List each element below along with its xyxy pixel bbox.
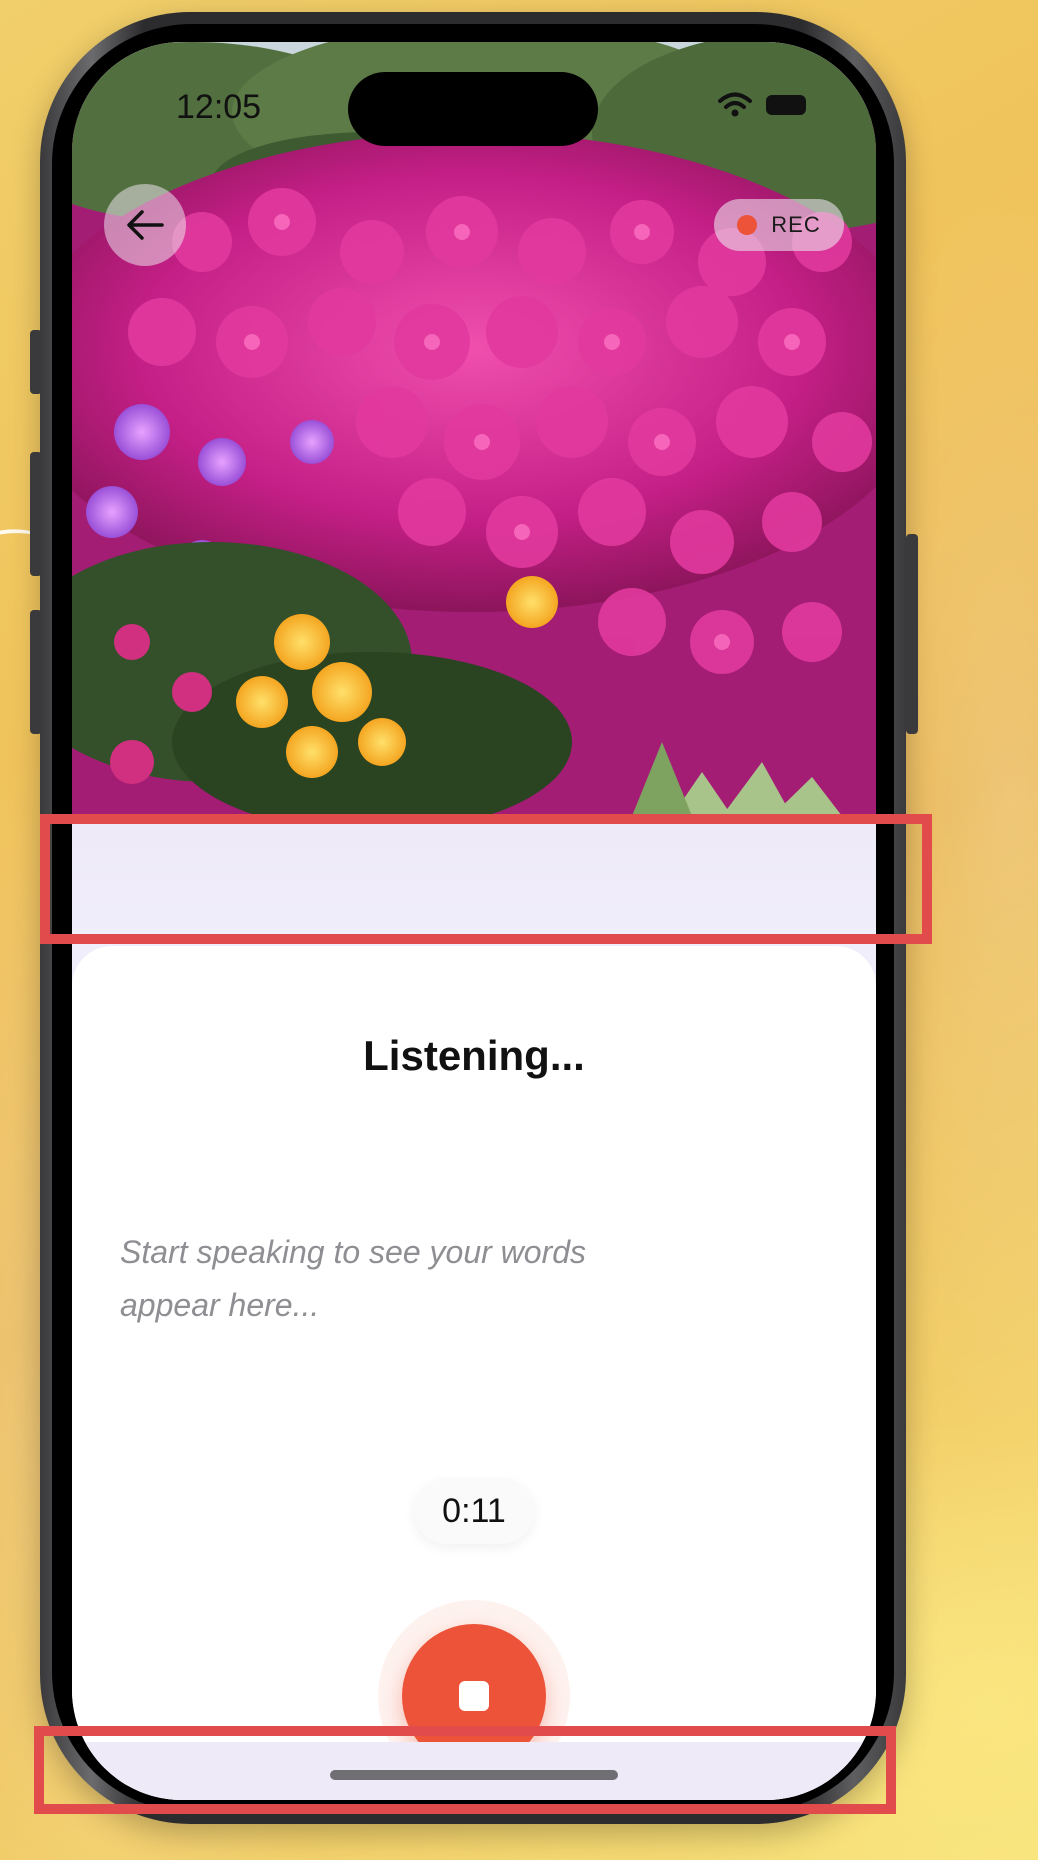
battery-icon [766,95,806,115]
recording-indicator: REC [714,199,844,251]
arrow-left-icon [127,210,164,240]
sheet-title: Listening... [363,1032,585,1079]
annotation-box-gap [40,814,932,944]
transcription-sheet: Listening... Start speaking to see your … [72,946,876,1800]
stop-icon [459,1681,489,1711]
status-time: 12:05 [176,88,262,126]
recording-dot-icon [737,215,758,235]
wifi-icon [718,92,752,117]
back-button[interactable] [104,184,186,266]
recording-timer: 0:11 [414,1478,534,1544]
power-button [906,534,918,734]
flower-photo-art [72,42,876,816]
transcript-placeholder: Start speaking to see your words appear … [120,1234,587,1323]
volume-up-button [30,452,42,576]
recording-label: REC [771,212,821,237]
status-icons [718,92,806,118]
volume-down-button [30,610,42,734]
flower-photo [72,42,876,816]
action-button [30,330,42,394]
dynamic-island [348,72,598,146]
annotation-box-home [34,1726,896,1814]
